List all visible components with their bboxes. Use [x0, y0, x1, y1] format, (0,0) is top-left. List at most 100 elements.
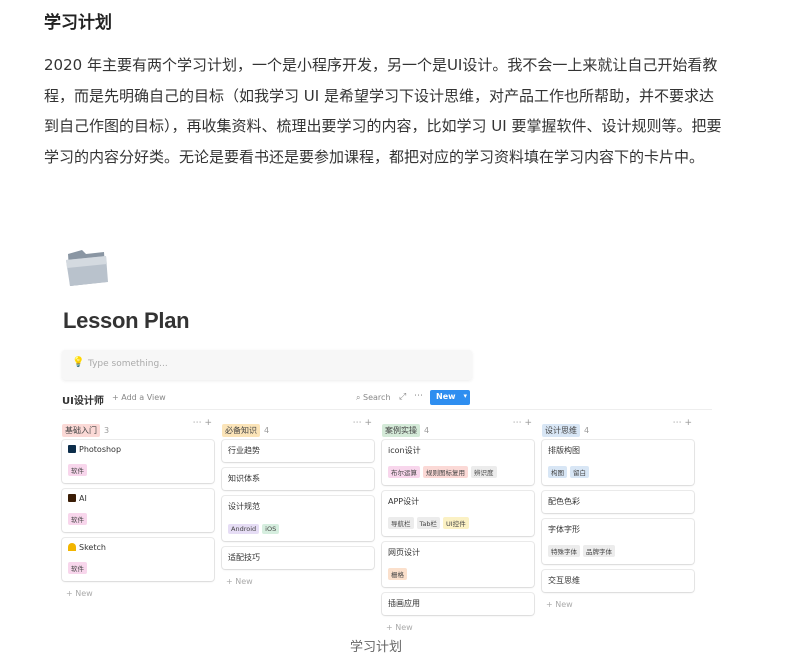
- add-new-card-button[interactable]: + New: [386, 623, 534, 632]
- card-tag: Tab栏: [416, 517, 441, 529]
- card-title: 行业趋势: [228, 445, 368, 456]
- more-icon[interactable]: ⋯: [414, 391, 423, 401]
- card-tags: 特殊字体 品牌字体: [548, 539, 688, 558]
- search-label: Search: [363, 393, 391, 402]
- card-title-text: 交互思维: [548, 576, 580, 585]
- column-header: 必备知识 4 ⋯ +: [222, 418, 374, 437]
- card-tags: Android iOS: [228, 516, 368, 535]
- plus-icon[interactable]: +: [684, 418, 692, 428]
- card-title-text: 设计规范: [228, 502, 260, 511]
- board-card[interactable]: 插画应用: [382, 593, 534, 615]
- card-tag: 软件: [68, 562, 87, 574]
- card-tag: Android: [228, 524, 260, 534]
- search-button[interactable]: ⌕ Search: [356, 393, 391, 403]
- column-actions[interactable]: ⋯ +: [673, 418, 692, 428]
- card-title: 字体字形: [548, 524, 688, 535]
- more-icon[interactable]: ⋯: [673, 418, 682, 428]
- column-header: 案例实操 4 ⋯ +: [382, 418, 534, 437]
- card-title-text: 插画应用: [388, 599, 420, 608]
- board-card[interactable]: 设计规范 Android iOS: [222, 496, 374, 541]
- view-name[interactable]: UI设计师: [62, 392, 104, 407]
- card-title-text: 排版构图: [548, 446, 580, 455]
- article-heading: 学习计划: [44, 13, 112, 33]
- card-tag: 品牌字体: [583, 545, 615, 557]
- more-icon[interactable]: ⋯: [193, 418, 202, 428]
- type-something-input[interactable]: 💡 Type something...: [62, 350, 472, 380]
- plus-icon[interactable]: +: [524, 418, 532, 428]
- column-name[interactable]: 基础入门: [62, 424, 100, 437]
- card-title-text: APP设计: [388, 497, 420, 506]
- sketch-icon: [68, 543, 76, 551]
- article-paragraph: 2020 年主要有两个学习计划，一个是小程序开发，另一个是UI设计。我不会一上来…: [44, 56, 722, 166]
- card-title: AI: [68, 494, 208, 503]
- card-title-text: 配色色彩: [548, 497, 580, 506]
- card-tags: 软件: [68, 507, 208, 526]
- column-count: 3: [104, 426, 110, 435]
- board-column: 基础入门 3 ⋯ + Photoshop 软件 AI 软件 Sketch 软件 + New: [62, 418, 214, 598]
- board-card[interactable]: APP设计导航栏 Tab栏 UI控件: [382, 491, 534, 536]
- card-title-text: 知识体系: [228, 474, 260, 483]
- card-tag: 留白: [570, 466, 589, 478]
- card-title-text: AI: [79, 494, 87, 503]
- column-actions[interactable]: ⋯ +: [353, 418, 372, 428]
- search-icon: ⌕: [356, 393, 361, 402]
- board-card[interactable]: Sketch 软件: [62, 538, 214, 581]
- add-view-button[interactable]: + Add a View: [112, 393, 166, 402]
- column-actions[interactable]: ⋯ +: [193, 418, 212, 428]
- card-tag: 软件: [68, 513, 87, 525]
- new-button-label: New: [436, 392, 456, 401]
- new-button[interactable]: New ▾: [430, 390, 470, 405]
- ps-icon: [68, 445, 76, 453]
- board-column: 案例实操 4 ⋯ + icon设计 布尔运算 规则图标复用 辨识度 APP设计导航栏 Tab栏 U…: [382, 418, 534, 632]
- column-count: 4: [584, 426, 590, 435]
- card-tags: 软件: [68, 556, 208, 575]
- card-title: 交互思维: [548, 575, 688, 586]
- board-card[interactable]: icon设计 布尔运算 规则图标复用 辨识度: [382, 440, 534, 485]
- board-card[interactable]: 知识体系: [222, 468, 374, 490]
- card-title: APP设计: [388, 496, 528, 507]
- card-title: icon设计: [388, 445, 528, 456]
- chevron-down-icon[interactable]: ▾: [463, 392, 467, 400]
- board-card[interactable]: 排版构图 构图 留白: [542, 440, 694, 485]
- column-name[interactable]: 案例实操: [382, 424, 420, 437]
- card-title-text: Sketch: [79, 543, 106, 552]
- board-card[interactable]: Photoshop 软件: [62, 440, 214, 483]
- board-card[interactable]: 配色色彩: [542, 491, 694, 513]
- more-icon[interactable]: ⋯: [513, 418, 522, 428]
- board-card[interactable]: 字体字形特殊字体 品牌字体: [542, 519, 694, 564]
- card-title: 知识体系: [228, 473, 368, 484]
- board-card[interactable]: 行业趋势: [222, 440, 374, 462]
- card-title-text: 网页设计: [388, 548, 420, 557]
- board-card[interactable]: AI 软件: [62, 489, 214, 532]
- column-name[interactable]: 设计思维: [542, 424, 580, 437]
- board-column: 设计思维 4 ⋯ + 排版构图 构图 留白配色色彩字体字形特殊字体 品牌字体交互思维 + Ne…: [542, 418, 694, 609]
- column-actions[interactable]: ⋯ +: [513, 418, 532, 428]
- card-tag: 栅格: [388, 568, 407, 580]
- add-new-card-button[interactable]: + New: [226, 577, 374, 586]
- card-title: 排版构图: [548, 445, 688, 456]
- card-tag: 软件: [68, 464, 87, 476]
- card-title: Sketch: [68, 543, 208, 552]
- folder-icon: [66, 250, 108, 286]
- board-card[interactable]: 交互思维: [542, 570, 694, 592]
- more-icon[interactable]: ⋯: [353, 418, 362, 428]
- card-title: 网页设计: [388, 547, 528, 558]
- board-card[interactable]: 网页设计 栅格: [382, 542, 534, 587]
- board-card[interactable]: 适配技巧: [222, 547, 374, 569]
- add-new-card-button[interactable]: + New: [546, 600, 694, 609]
- card-tag: 规则图标复用: [423, 466, 468, 478]
- expand-icon[interactable]: ⤢: [399, 392, 406, 402]
- card-tags: 栅格: [388, 562, 528, 581]
- plus-icon[interactable]: +: [364, 418, 372, 428]
- card-tag: 导航栏: [388, 517, 414, 529]
- card-tag: UI控件: [443, 517, 469, 529]
- plus-icon[interactable]: +: [204, 418, 212, 428]
- column-name[interactable]: 必备知识: [222, 424, 260, 437]
- card-title: 适配技巧: [228, 552, 368, 563]
- add-new-card-button[interactable]: + New: [66, 589, 214, 598]
- card-title: 设计规范: [228, 501, 368, 512]
- column-count: 4: [264, 426, 270, 435]
- card-tag: 辨识度: [471, 466, 497, 478]
- card-tags: 软件: [68, 458, 208, 477]
- card-title-text: icon设计: [388, 446, 421, 455]
